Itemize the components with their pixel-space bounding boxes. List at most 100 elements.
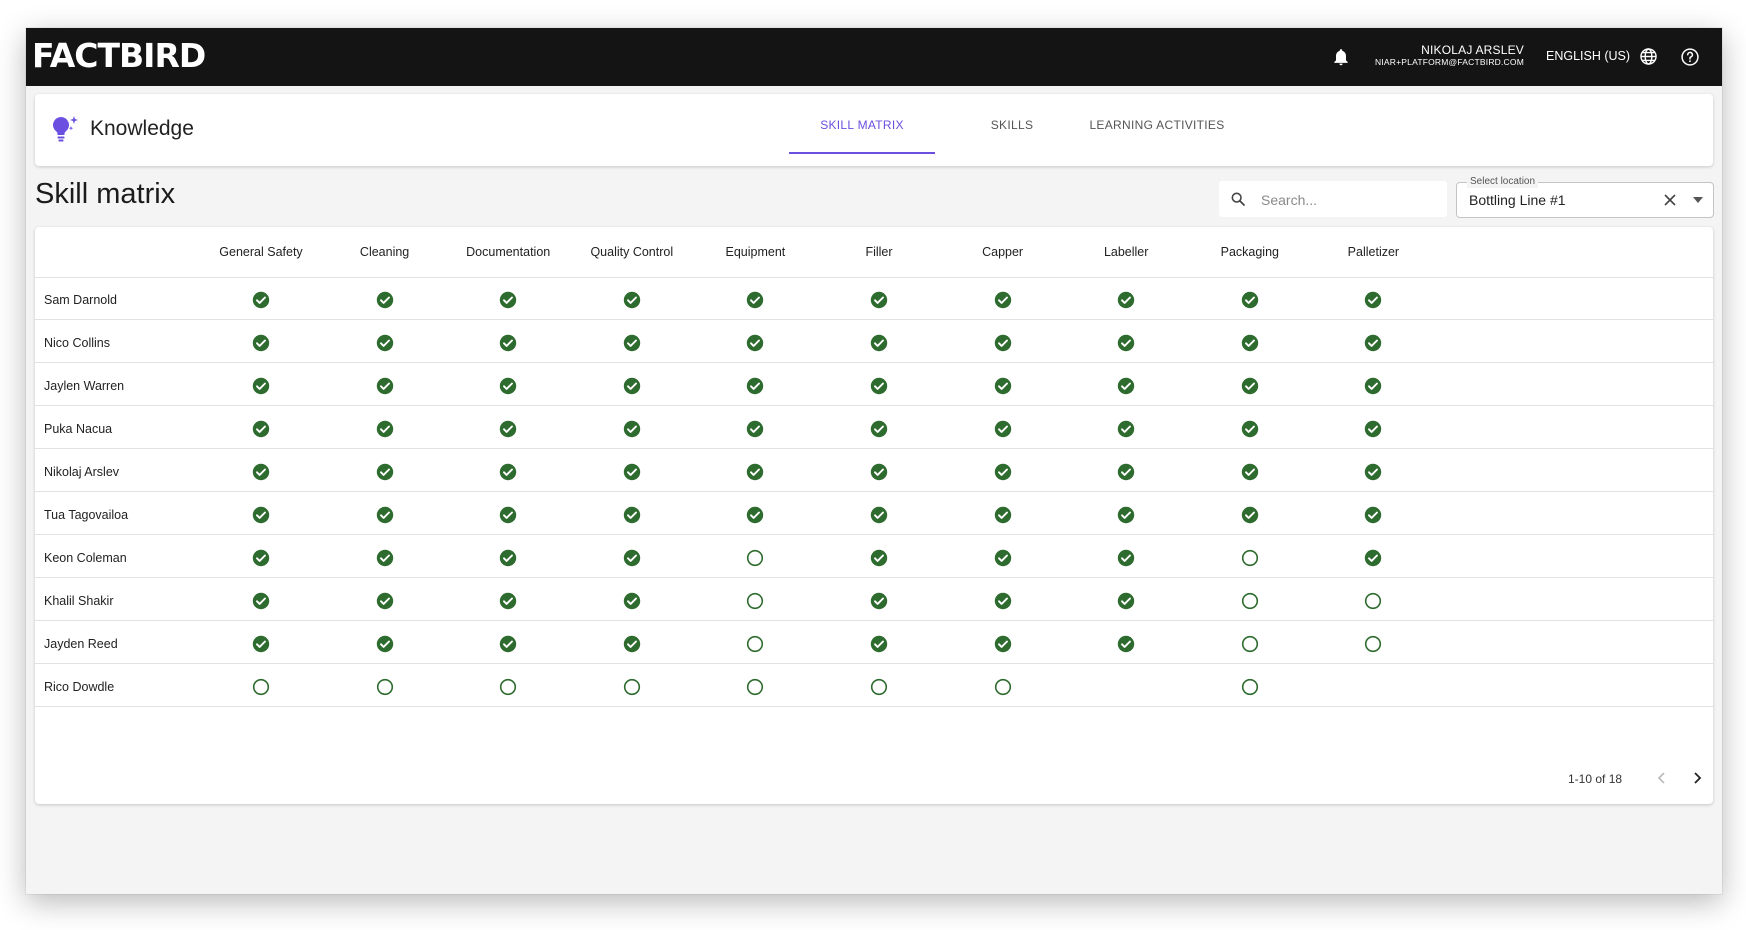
skill-status-cell[interactable] xyxy=(376,635,394,653)
skill-status-cell[interactable] xyxy=(623,678,641,696)
skill-status-cell[interactable] xyxy=(994,291,1012,309)
clear-icon[interactable] xyxy=(1663,193,1677,207)
skill-status-cell[interactable] xyxy=(499,377,517,395)
skill-status-cell[interactable] xyxy=(994,592,1012,610)
skill-status-cell[interactable] xyxy=(376,506,394,524)
skill-status-cell[interactable] xyxy=(870,635,888,653)
skill-status-cell[interactable] xyxy=(746,291,764,309)
skill-status-cell[interactable] xyxy=(252,377,270,395)
skill-status-cell[interactable] xyxy=(1241,549,1259,567)
skill-status-cell[interactable] xyxy=(1364,463,1382,481)
skill-status-cell[interactable] xyxy=(623,549,641,567)
help-icon[interactable] xyxy=(1680,47,1700,67)
tab-skills[interactable]: SKILLS xyxy=(982,94,1042,152)
skill-status-cell[interactable] xyxy=(870,463,888,481)
skill-status-cell[interactable] xyxy=(1241,592,1259,610)
skill-status-cell[interactable] xyxy=(994,420,1012,438)
skill-status-cell[interactable] xyxy=(499,463,517,481)
skill-status-cell[interactable] xyxy=(1364,635,1382,653)
skill-status-cell[interactable] xyxy=(746,420,764,438)
skill-status-cell[interactable] xyxy=(994,506,1012,524)
user-menu[interactable]: NIKOLAJ ARSLEV NIAR+PLATFORM@FACTBIRD.CO… xyxy=(1375,44,1524,67)
skill-status-cell[interactable] xyxy=(870,377,888,395)
table-row[interactable]: Keon Coleman xyxy=(35,535,1713,578)
skill-status-cell[interactable] xyxy=(252,463,270,481)
skill-status-cell[interactable] xyxy=(499,334,517,352)
table-row[interactable]: Puka Nacua xyxy=(35,406,1713,449)
tab-learning-activities[interactable]: LEARNING ACTIVITIES xyxy=(1087,94,1227,152)
skill-status-cell[interactable] xyxy=(623,420,641,438)
bell-icon[interactable] xyxy=(1331,46,1351,68)
skill-status-cell[interactable] xyxy=(746,635,764,653)
table-row[interactable]: Sam Darnold xyxy=(35,277,1713,320)
skill-status-cell[interactable] xyxy=(1117,334,1135,352)
skill-status-cell[interactable] xyxy=(746,463,764,481)
skill-status-cell[interactable] xyxy=(499,635,517,653)
skill-status-cell[interactable] xyxy=(252,592,270,610)
skill-status-cell[interactable] xyxy=(252,549,270,567)
skill-status-cell[interactable] xyxy=(1241,463,1259,481)
skill-status-cell[interactable] xyxy=(376,334,394,352)
skill-status-cell[interactable] xyxy=(499,506,517,524)
skill-status-cell[interactable] xyxy=(1117,506,1135,524)
skill-status-cell[interactable] xyxy=(376,377,394,395)
skill-status-cell[interactable] xyxy=(870,506,888,524)
skill-status-cell[interactable] xyxy=(252,635,270,653)
skill-status-cell[interactable] xyxy=(376,678,394,696)
skill-status-cell[interactable] xyxy=(870,334,888,352)
skill-status-cell[interactable] xyxy=(1117,592,1135,610)
skill-status-cell[interactable] xyxy=(1241,506,1259,524)
skill-status-cell[interactable] xyxy=(870,678,888,696)
skill-status-cell[interactable] xyxy=(870,420,888,438)
skill-status-cell[interactable] xyxy=(252,678,270,696)
table-row[interactable]: Nikolaj Arslev xyxy=(35,449,1713,492)
skill-status-cell[interactable] xyxy=(499,549,517,567)
skill-status-cell[interactable] xyxy=(1364,291,1382,309)
skill-status-cell[interactable] xyxy=(376,420,394,438)
language-selector[interactable]: ENGLISH (US) xyxy=(1546,49,1630,63)
skill-status-cell[interactable] xyxy=(1364,549,1382,567)
skill-status-cell[interactable] xyxy=(994,334,1012,352)
skill-status-cell[interactable] xyxy=(1117,420,1135,438)
skill-status-cell[interactable] xyxy=(994,678,1012,696)
table-row[interactable]: Rico Dowdle xyxy=(35,664,1713,707)
skill-status-cell[interactable] xyxy=(376,291,394,309)
skill-status-cell[interactable] xyxy=(746,377,764,395)
skill-status-cell[interactable] xyxy=(870,549,888,567)
skill-status-cell[interactable] xyxy=(1241,377,1259,395)
skill-status-cell[interactable] xyxy=(1241,420,1259,438)
table-row[interactable]: Nico Collins xyxy=(35,320,1713,363)
skill-status-cell[interactable] xyxy=(746,549,764,567)
skill-status-cell[interactable] xyxy=(623,291,641,309)
skill-status-cell[interactable] xyxy=(623,463,641,481)
chevron-down-icon[interactable] xyxy=(1693,197,1703,203)
skill-status-cell[interactable] xyxy=(1241,678,1259,696)
skill-status-cell[interactable] xyxy=(376,549,394,567)
skill-status-cell[interactable] xyxy=(1241,635,1259,653)
skill-status-cell[interactable] xyxy=(1117,549,1135,567)
table-row[interactable]: Tua Tagovailoa xyxy=(35,492,1713,535)
skill-status-cell[interactable] xyxy=(252,291,270,309)
skill-status-cell[interactable] xyxy=(623,592,641,610)
chevron-right-icon[interactable] xyxy=(1688,769,1706,787)
table-row[interactable]: Khalil Shakir xyxy=(35,578,1713,621)
table-row[interactable]: Jayden Reed xyxy=(35,621,1713,664)
factbird-logo[interactable]: FACTBIRD xyxy=(32,36,206,75)
skill-status-cell[interactable] xyxy=(252,334,270,352)
skill-status-cell[interactable] xyxy=(870,291,888,309)
skill-status-cell[interactable] xyxy=(1364,506,1382,524)
skill-status-cell[interactable] xyxy=(623,377,641,395)
skill-status-cell[interactable] xyxy=(746,592,764,610)
globe-icon[interactable] xyxy=(1639,47,1658,66)
skill-status-cell[interactable] xyxy=(1241,334,1259,352)
skill-status-cell[interactable] xyxy=(499,291,517,309)
skill-status-cell[interactable] xyxy=(870,592,888,610)
location-select[interactable]: Select location Bottling Line #1 xyxy=(1456,176,1714,218)
search-box[interactable] xyxy=(1219,181,1447,217)
skill-status-cell[interactable] xyxy=(746,506,764,524)
skill-status-cell[interactable] xyxy=(1117,635,1135,653)
chevron-left-icon[interactable] xyxy=(1653,769,1671,787)
skill-status-cell[interactable] xyxy=(499,592,517,610)
tab-skill-matrix[interactable]: SKILL MATRIX xyxy=(789,94,935,154)
skill-status-cell[interactable] xyxy=(1364,420,1382,438)
